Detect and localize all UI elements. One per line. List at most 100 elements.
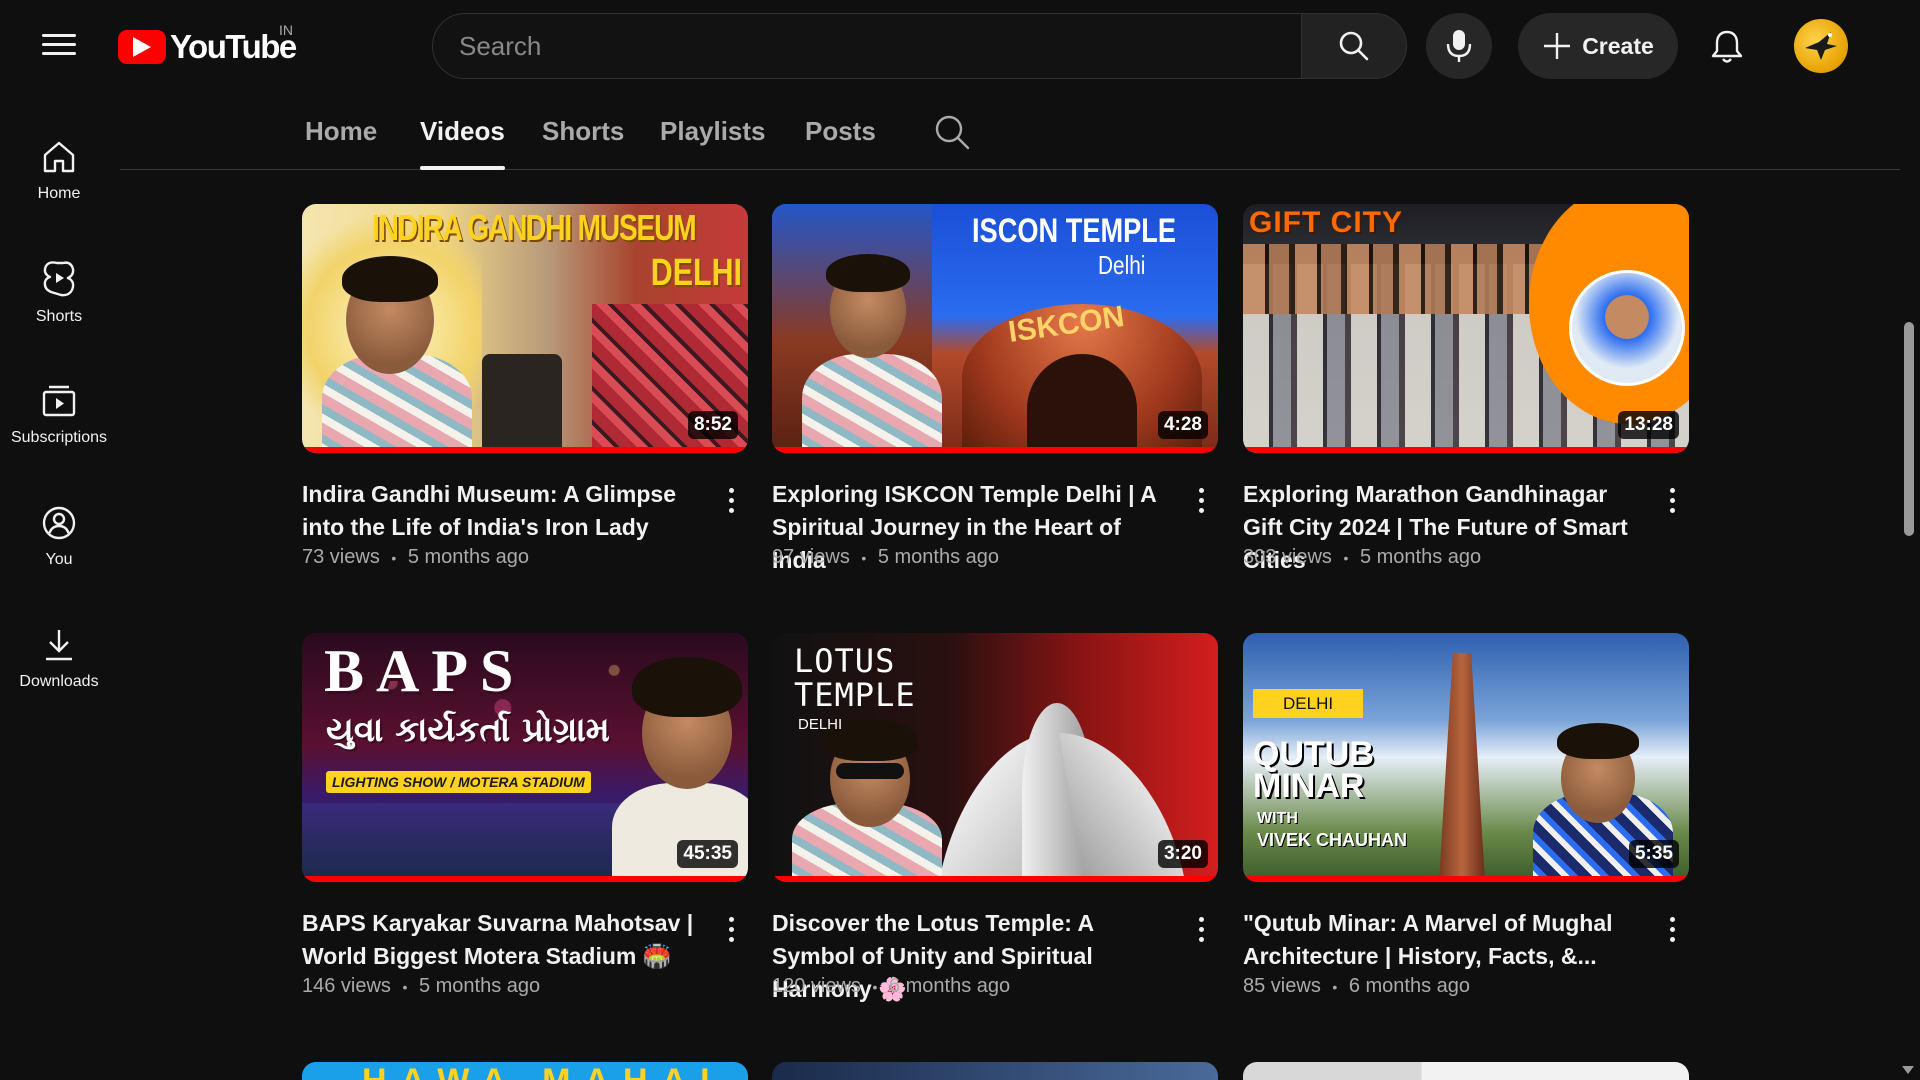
create-button[interactable]: Create xyxy=(1518,13,1678,79)
meta-separator: • xyxy=(1332,979,1338,995)
more-actions-icon[interactable] xyxy=(1188,480,1214,520)
thumbnail-title-text: GIFT CITY xyxy=(1249,206,1403,239)
country-code: IN xyxy=(279,22,293,38)
thumbnail-title-text: ISCON TEMPLE xyxy=(972,212,1177,250)
video-meta: 120 views • 6 months ago xyxy=(772,975,1010,998)
watch-progress-bar xyxy=(1243,447,1689,453)
sunglasses xyxy=(836,763,904,779)
search-input[interactable] xyxy=(459,30,1301,62)
microphone-icon xyxy=(1446,30,1472,62)
video-thumbnail[interactable]: INDIRA GANDHI MUSEUM DELHI 8:52 xyxy=(302,204,748,453)
sidebar-item-downloads[interactable]: Downloads xyxy=(0,598,118,720)
notifications-button[interactable] xyxy=(1702,22,1752,72)
thumbnail-title-text: QUTUB xyxy=(1253,735,1374,773)
video-thumbnail-partial[interactable] xyxy=(772,1062,1218,1080)
masthead: YouTube IN Create xyxy=(0,0,1920,92)
thumbnail-title-line2: TEMPLE xyxy=(794,676,916,714)
thumbnail-tag-text: DELHI xyxy=(1253,689,1364,718)
video-thumbnail-partial[interactable]: HAWA MAHAL xyxy=(302,1062,748,1080)
thumbnail-with-text: WITH xyxy=(1257,810,1298,827)
search-button[interactable] xyxy=(1301,13,1407,79)
video-card: INDIRA GANDHI MUSEUM DELHI 8:52 Indira G… xyxy=(302,204,748,568)
sidebar-item-home[interactable]: Home xyxy=(0,110,118,232)
more-actions-icon[interactable] xyxy=(718,909,744,949)
tab-playlists[interactable]: Playlists xyxy=(660,92,766,170)
meta-separator: • xyxy=(861,550,867,566)
view-count: 120 views xyxy=(772,975,861,997)
duration-badge: 45:35 xyxy=(677,840,738,868)
upload-age: 5 months ago xyxy=(418,975,541,997)
thumbnail-title-text: BAPS xyxy=(324,638,526,704)
view-count: 73 views xyxy=(302,546,380,568)
video-card: GIFT CITY 13:28 Exploring Marathon Gandh… xyxy=(1243,204,1689,573)
thumbnail-banner-text: LIGHTING SHOW / MOTERA STADIUM xyxy=(326,771,591,793)
meta-separator: • xyxy=(391,550,397,566)
tab-home[interactable]: Home xyxy=(305,92,377,170)
video-card: BAPS યુવા કાર્યકર્તા પ્રોગ્રામ LIGHTING … xyxy=(302,633,748,997)
video-thumbnail-partial[interactable] xyxy=(1243,1062,1689,1080)
more-actions-icon[interactable] xyxy=(718,480,744,520)
person-shirt xyxy=(802,354,942,453)
watch-progress-bar xyxy=(1243,876,1689,882)
tab-videos[interactable]: Videos xyxy=(420,92,505,170)
tab-posts[interactable]: Posts xyxy=(805,92,876,170)
duration-badge: 8:52 xyxy=(687,411,738,439)
video-meta: 85 views • 6 months ago xyxy=(1243,975,1470,998)
download-icon xyxy=(46,630,72,661)
video-thumbnail[interactable]: ISCON TEMPLE Delhi ISKCON 4:28 xyxy=(772,204,1218,453)
view-count: 85 views xyxy=(1243,975,1321,997)
shorts-icon xyxy=(43,261,75,297)
sidebar-item-label: Shorts xyxy=(35,308,83,325)
tab-shorts[interactable]: Shorts xyxy=(542,92,624,170)
video-thumbnail[interactable]: DELHI QUTUB MINAR WITH VIVEK CHAUHAN 5:3… xyxy=(1243,633,1689,882)
more-actions-icon[interactable] xyxy=(1188,909,1214,949)
upload-age: 6 months ago xyxy=(888,975,1011,997)
duration-badge: 5:35 xyxy=(1628,840,1679,868)
scroll-down-arrow-icon[interactable] xyxy=(1902,1066,1914,1074)
sidebar-item-shorts[interactable]: Shorts xyxy=(0,232,118,354)
video-thumbnail[interactable]: GIFT CITY 13:28 xyxy=(1243,204,1689,453)
thumbnail-title-text: INDIRA GANDHI MUSEUM xyxy=(372,207,697,248)
video-thumbnail[interactable]: LOTUS TEMPLE DELHI 3:20 xyxy=(772,633,1218,882)
sidebar-item-label: Downloads xyxy=(19,673,99,690)
upload-age: 6 months ago xyxy=(1348,975,1471,997)
sidebar-item-you[interactable]: You xyxy=(0,476,118,598)
plus-icon xyxy=(1544,33,1571,59)
scrollbar-thumb[interactable] xyxy=(1904,322,1914,536)
menu-icon[interactable] xyxy=(40,28,78,66)
upload-age: 5 months ago xyxy=(877,546,1000,568)
video-title[interactable]: BAPS Karyakar Suvarna Mahotsav | World B… xyxy=(302,907,702,973)
meta-separator: • xyxy=(402,979,408,995)
duration-badge: 13:28 xyxy=(1618,411,1679,439)
video-card: LOTUS TEMPLE DELHI 3:20 Discover the Lot… xyxy=(772,633,1218,1002)
scrollbar-track[interactable] xyxy=(1904,92,1916,1080)
video-meta: 73 views • 5 months ago xyxy=(302,546,529,569)
more-actions-icon[interactable] xyxy=(1659,480,1685,520)
profile-photo xyxy=(1569,270,1685,386)
sidebar-item-subscriptions[interactable]: Subscriptions xyxy=(0,354,118,476)
sidebar-item-label: Home xyxy=(37,185,81,202)
voice-search-button[interactable] xyxy=(1426,13,1492,79)
eagle-avatar-icon xyxy=(1805,32,1837,60)
channel-tabs: Home Videos Shorts Playlists Posts xyxy=(120,92,1900,170)
avatar[interactable] xyxy=(1794,19,1848,73)
video-title[interactable]: Indira Gandhi Museum: A Glimpse into the… xyxy=(302,478,702,544)
person-hair xyxy=(1557,723,1639,759)
more-actions-icon[interactable] xyxy=(1659,909,1685,949)
video-title[interactable]: "Qutub Minar: A Marvel of Mughal Archite… xyxy=(1243,907,1643,973)
search-box xyxy=(432,13,1302,79)
view-count: 146 views xyxy=(302,975,391,997)
view-count: 97 views xyxy=(772,546,850,568)
sidebar-item-label: You xyxy=(45,551,73,568)
sidebar-item-label: Subscriptions xyxy=(10,429,108,446)
create-label: Create xyxy=(1582,32,1654,59)
play-logo-icon xyxy=(118,30,166,64)
lotus-temple-shape xyxy=(922,693,1186,882)
home-icon xyxy=(43,141,75,173)
bell-icon xyxy=(1711,30,1743,63)
duration-badge: 4:28 xyxy=(1157,411,1208,439)
logo-text: YouTube xyxy=(170,28,297,65)
video-thumbnail[interactable]: BAPS યુવા કાર્યકર્તા પ્રોગ્રામ LIGHTING … xyxy=(302,633,748,882)
youtube-logo[interactable]: YouTube xyxy=(118,24,297,70)
channel-search-icon[interactable] xyxy=(932,112,972,152)
